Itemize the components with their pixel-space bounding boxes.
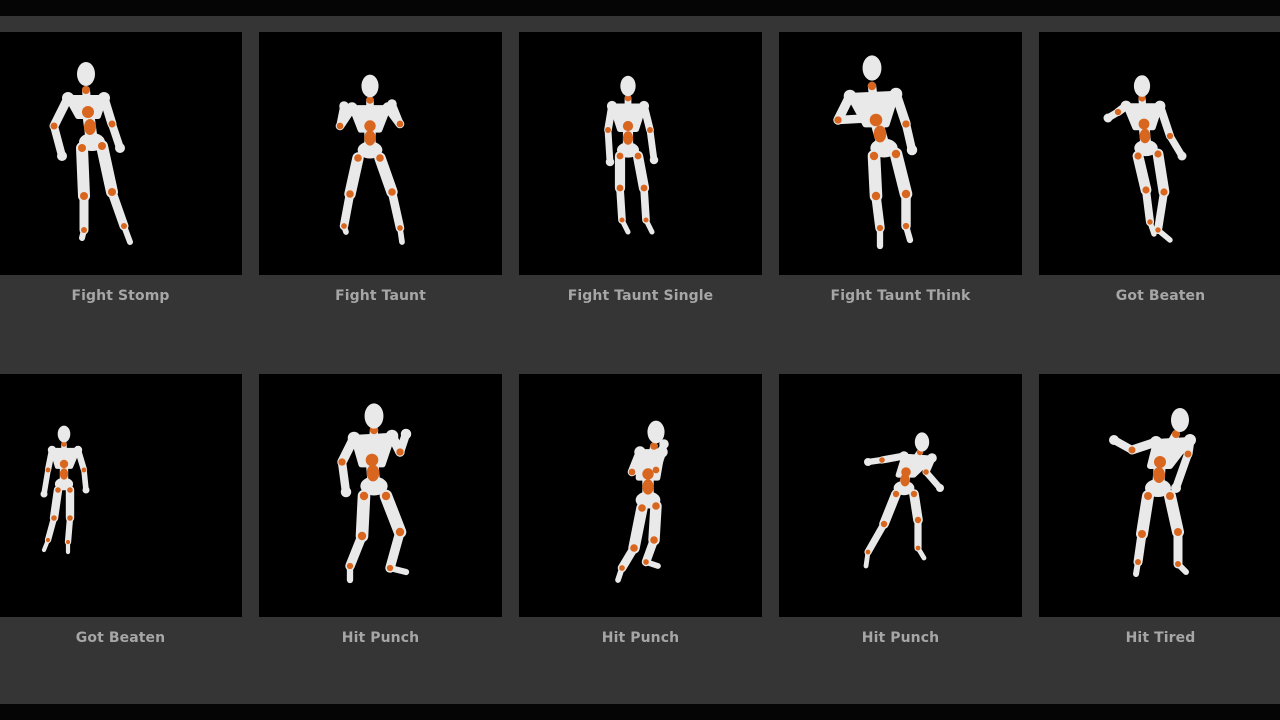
top-frame: [0, 0, 1280, 16]
animation-preview-thumbnail[interactable]: [259, 32, 502, 275]
animation-label: Got Beaten: [1115, 288, 1206, 304]
mannequin-figure-punch: [337, 403, 412, 584]
mannequin-figure-side: [615, 420, 669, 583]
mannequin-figure-think: [833, 55, 918, 250]
animation-label: Fight Taunt Think: [830, 288, 971, 304]
animation-preview-thumbnail[interactable]: [0, 374, 242, 617]
animation-label: Got Beaten: [75, 630, 166, 646]
animation-preview-thumbnail[interactable]: [0, 32, 242, 275]
animation-label: Fight Taunt: [335, 288, 426, 304]
mannequin-figure-stomp: [49, 62, 133, 245]
mannequin-figure-tired: [1109, 408, 1196, 577]
animation-label: Hit Punch: [341, 630, 420, 646]
animation-preview-thumbnail[interactable]: [779, 374, 1022, 617]
animation-card-got-beaten[interactable]: Got Beaten: [1039, 32, 1280, 357]
mannequin-figure-small: [40, 425, 90, 555]
animation-card-hit-punch-2[interactable]: Hit Punch: [519, 374, 762, 699]
animation-card-fight-taunt-single[interactable]: Fight Taunt Single: [519, 32, 762, 357]
bottom-frame: [0, 704, 1280, 720]
animation-label: Fight Stomp: [71, 288, 170, 304]
mannequin-figure-taunt: [335, 74, 405, 245]
animation-card-fight-taunt[interactable]: Fight Taunt: [259, 32, 502, 357]
animation-card-got-beaten-2[interactable]: Got Beaten: [0, 374, 242, 699]
animation-preview-thumbnail[interactable]: [1039, 374, 1280, 617]
animation-label: Fight Taunt Single: [567, 288, 714, 304]
animation-label: Hit Tired: [1125, 630, 1196, 646]
animation-card-fight-stomp[interactable]: Fight Stomp: [0, 32, 242, 357]
animation-card-hit-punch[interactable]: Hit Punch: [259, 374, 502, 699]
animation-preview-thumbnail[interactable]: [259, 374, 502, 617]
animation-card-hit-tired[interactable]: Hit Tired: [1039, 374, 1280, 699]
mannequin-figure-stagger: [1103, 75, 1187, 243]
animation-preview-thumbnail[interactable]: [1039, 32, 1280, 275]
animation-label: Hit Punch: [861, 630, 940, 646]
animation-card-hit-punch-3[interactable]: Hit Punch: [779, 374, 1022, 699]
animation-card-fight-taunt-think[interactable]: Fight Taunt Think: [779, 32, 1022, 357]
animation-preview-thumbnail[interactable]: [779, 32, 1022, 275]
animation-label: Hit Punch: [601, 630, 680, 646]
animation-gallery: Fight Stomp Fight Taunt Fight Taunt Sing…: [0, 16, 1280, 704]
animation-preview-thumbnail[interactable]: [519, 32, 762, 275]
mannequin-figure-arms-out: [863, 432, 944, 569]
animation-preview-thumbnail[interactable]: [519, 374, 762, 617]
mannequin-figure-stand: [604, 75, 659, 235]
